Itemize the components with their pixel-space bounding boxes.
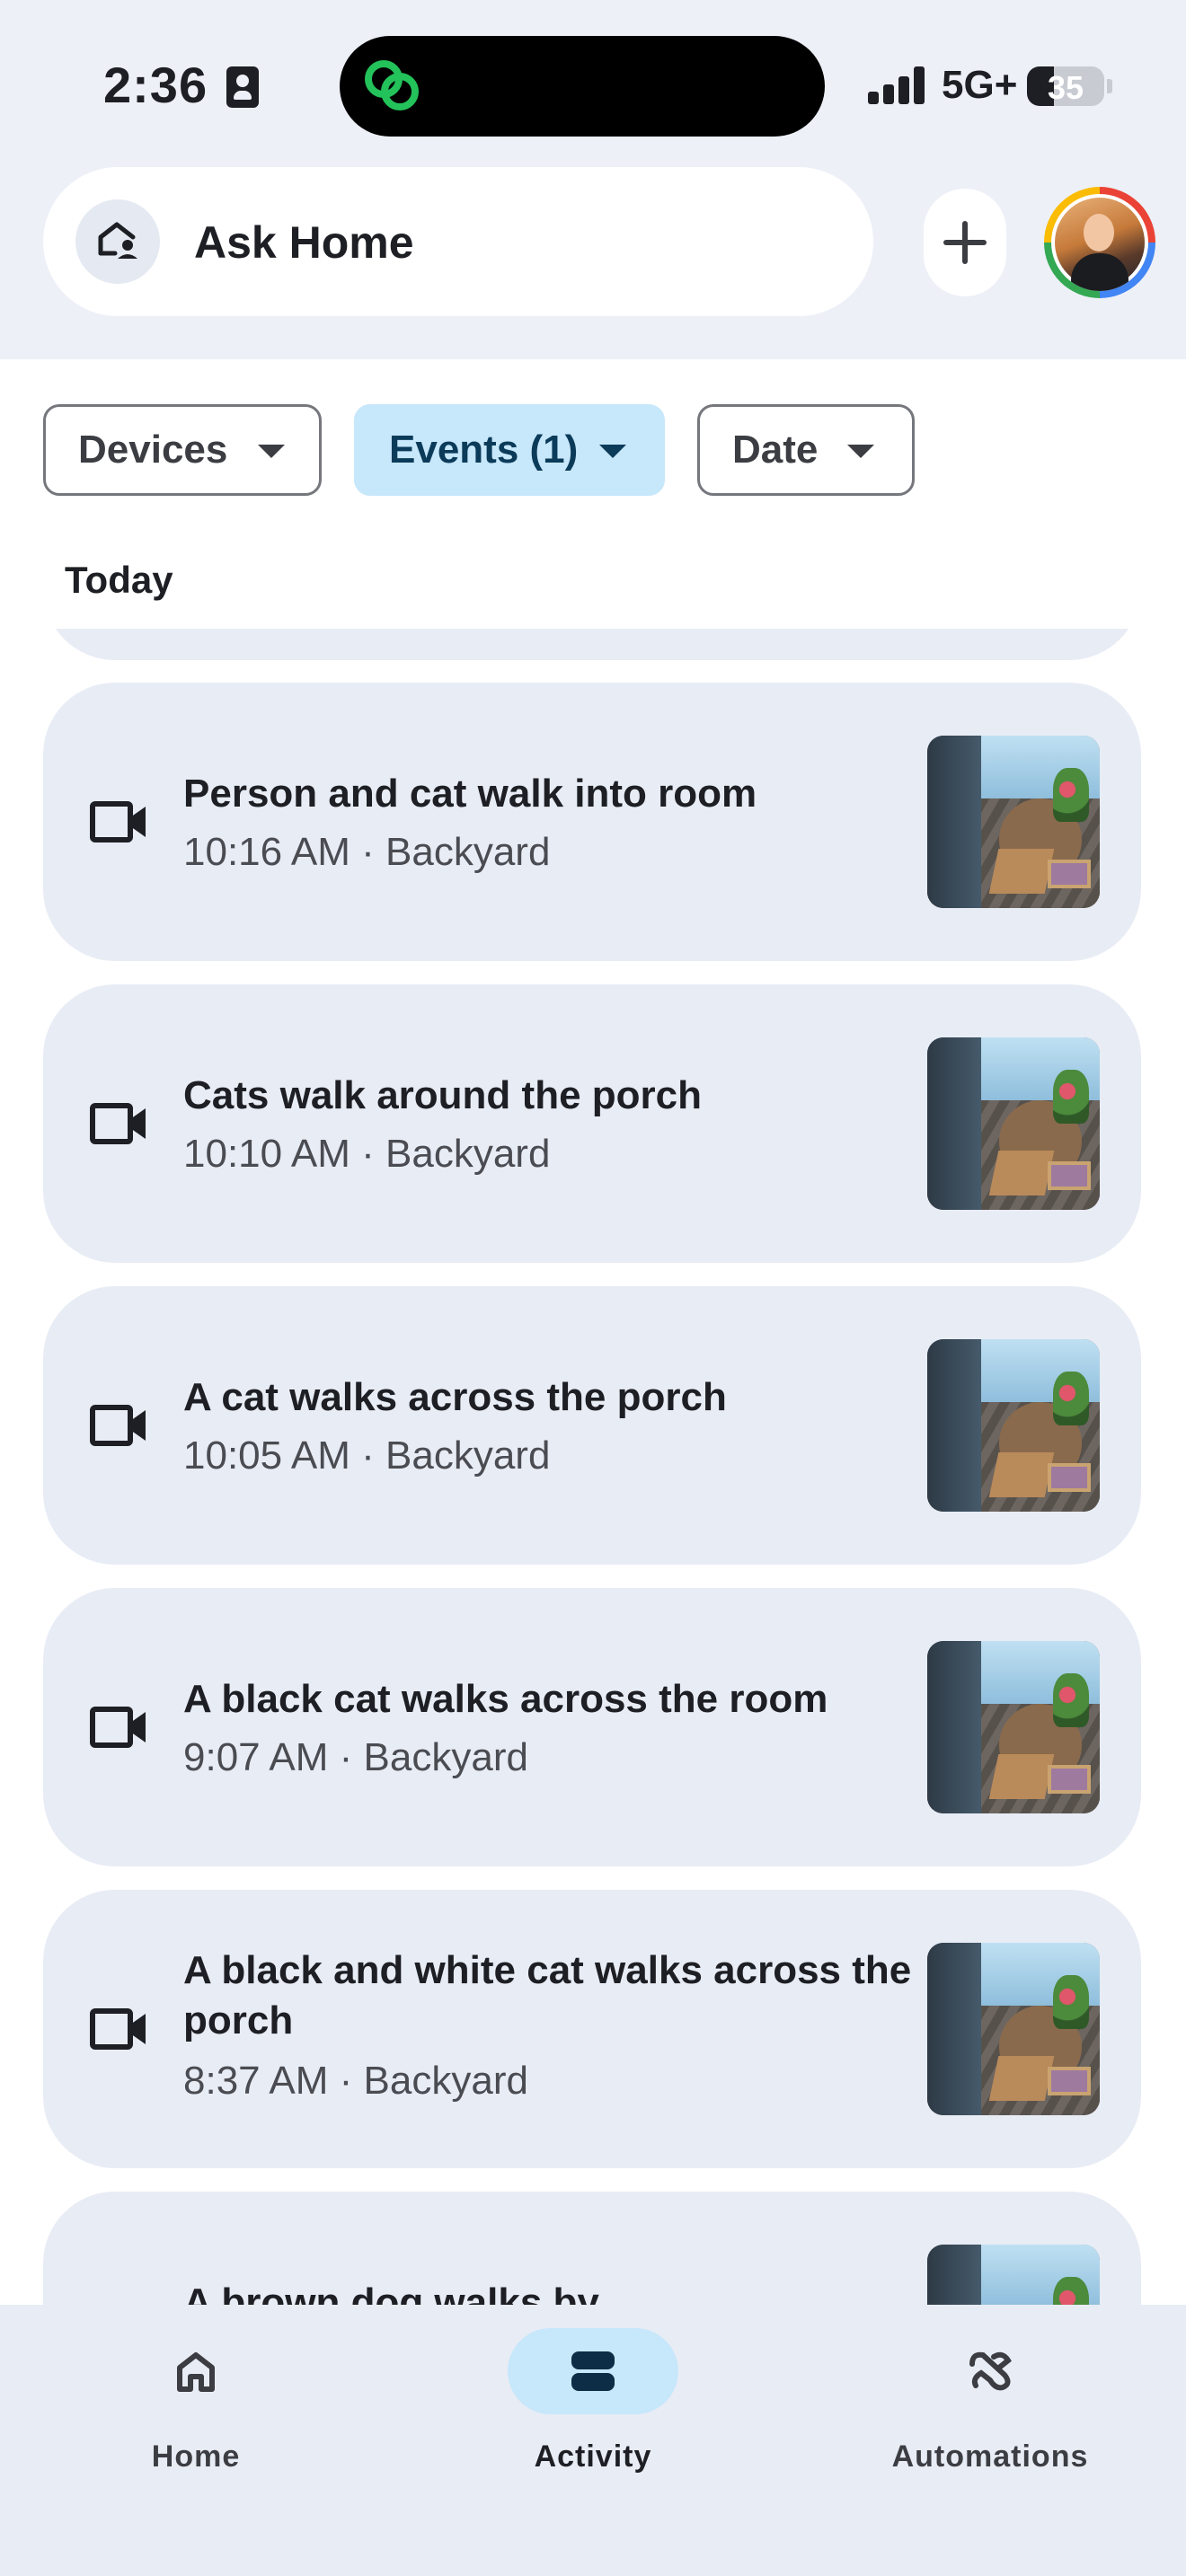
top-bar: 2:36 5G+ 35 Ask Home	[0, 0, 1186, 359]
event-card-partial[interactable]	[43, 629, 1141, 660]
home-icon	[177, 2352, 215, 2392]
event-card[interactable]: A cat walks across the porch 10:05 AM · …	[43, 1286, 1141, 1565]
event-title: A black cat walks across the room	[183, 1677, 828, 1721]
filter-chip-date[interactable]: Date	[697, 404, 915, 496]
nav-item-home[interactable]: Home	[61, 2328, 331, 2490]
video-camera-icon	[90, 1707, 146, 1748]
video-camera-icon	[90, 1405, 146, 1446]
event-thumbnail[interactable]	[927, 736, 1100, 908]
nav-item-automations[interactable]: Automations	[855, 2328, 1125, 2490]
caret-down-icon	[599, 445, 626, 458]
avatar-frame	[1051, 194, 1148, 291]
event-card[interactable]: Cats walk around the porch 10:10 AM · Ba…	[43, 984, 1141, 1263]
caret-down-icon	[847, 445, 874, 458]
event-card[interactable]: Person and cat walk into room 10:16 AM ·…	[43, 683, 1141, 961]
caret-down-icon	[258, 445, 285, 458]
event-thumbnail[interactable]	[927, 1339, 1100, 1512]
event-meta: 9:07 AM · Backyard	[183, 1735, 528, 1779]
event-title: A cat walks across the porch	[183, 1375, 727, 1419]
battery-percent: 35	[1047, 69, 1084, 106]
event-meta: 10:16 AM · Backyard	[183, 830, 551, 874]
video-camera-icon	[90, 2008, 146, 2050]
avatar-body	[1071, 253, 1128, 291]
event-thumbnail[interactable]	[927, 1641, 1100, 1813]
section-heading-today: Today	[65, 559, 173, 601]
event-list[interactable]: Person and cat walk into room 10:16 AM ·…	[0, 629, 1186, 2307]
filter-chip-devices[interactable]: Devices	[43, 404, 322, 496]
chip-label: Devices	[78, 428, 228, 472]
avatar-face	[1084, 214, 1114, 251]
avatar[interactable]	[1044, 187, 1155, 298]
nav-label: Activity	[534, 2439, 652, 2474]
activity-icon	[571, 2351, 615, 2391]
event-meta: 10:05 AM · Backyard	[183, 1434, 551, 1478]
event-meta: 8:37 AM · Backyard	[183, 2059, 528, 2103]
ask-home-label: Ask Home	[194, 217, 414, 268]
event-thumbnail[interactable]	[927, 1943, 1100, 2115]
bottom-navigation: Home Activity Automations	[0, 2305, 1186, 2576]
automations-icon	[969, 2351, 1012, 2391]
event-meta: 10:10 AM · Backyard	[183, 1132, 551, 1176]
video-camera-icon	[90, 801, 146, 842]
event-card[interactable]: A black and white cat walks across the p…	[43, 1890, 1141, 2168]
chip-label: Date	[732, 428, 819, 472]
add-button[interactable]	[924, 189, 1006, 296]
event-title: A black and white cat walks across the p…	[183, 1948, 912, 2042]
nav-label: Automations	[891, 2439, 1089, 2474]
status-time: 2:36	[103, 57, 208, 113]
event-thumbnail[interactable]	[927, 1037, 1100, 1210]
cellular-signal-icon	[868, 66, 925, 104]
battery-nub	[1107, 79, 1112, 93]
nav-item-activity[interactable]: Activity	[458, 2328, 728, 2490]
nav-label: Home	[151, 2439, 241, 2474]
ask-home-bar[interactable]: Ask Home	[43, 167, 873, 316]
event-card[interactable]: A black cat walks across the room 9:07 A…	[43, 1588, 1141, 1866]
event-card[interactable]: A brown dog walks by	[43, 2192, 1141, 2307]
event-title: Person and cat walk into room	[183, 772, 757, 816]
event-title: A brown dog walks by	[183, 2280, 599, 2307]
event-title: Cats walk around the porch	[183, 1073, 702, 1117]
network-type: 5G+	[942, 63, 1018, 107]
contact-card-icon	[226, 66, 259, 108]
avatar-photo	[1055, 198, 1145, 291]
event-thumbnail[interactable]	[927, 2245, 1100, 2307]
linked-rings-icon	[365, 60, 419, 110]
battery-icon: 35	[1027, 66, 1104, 106]
video-camera-icon	[90, 1103, 146, 1144]
home-person-icon	[75, 199, 160, 284]
chip-label: Events (1)	[389, 428, 579, 472]
filter-chip-events[interactable]: Events (1)	[354, 404, 665, 496]
